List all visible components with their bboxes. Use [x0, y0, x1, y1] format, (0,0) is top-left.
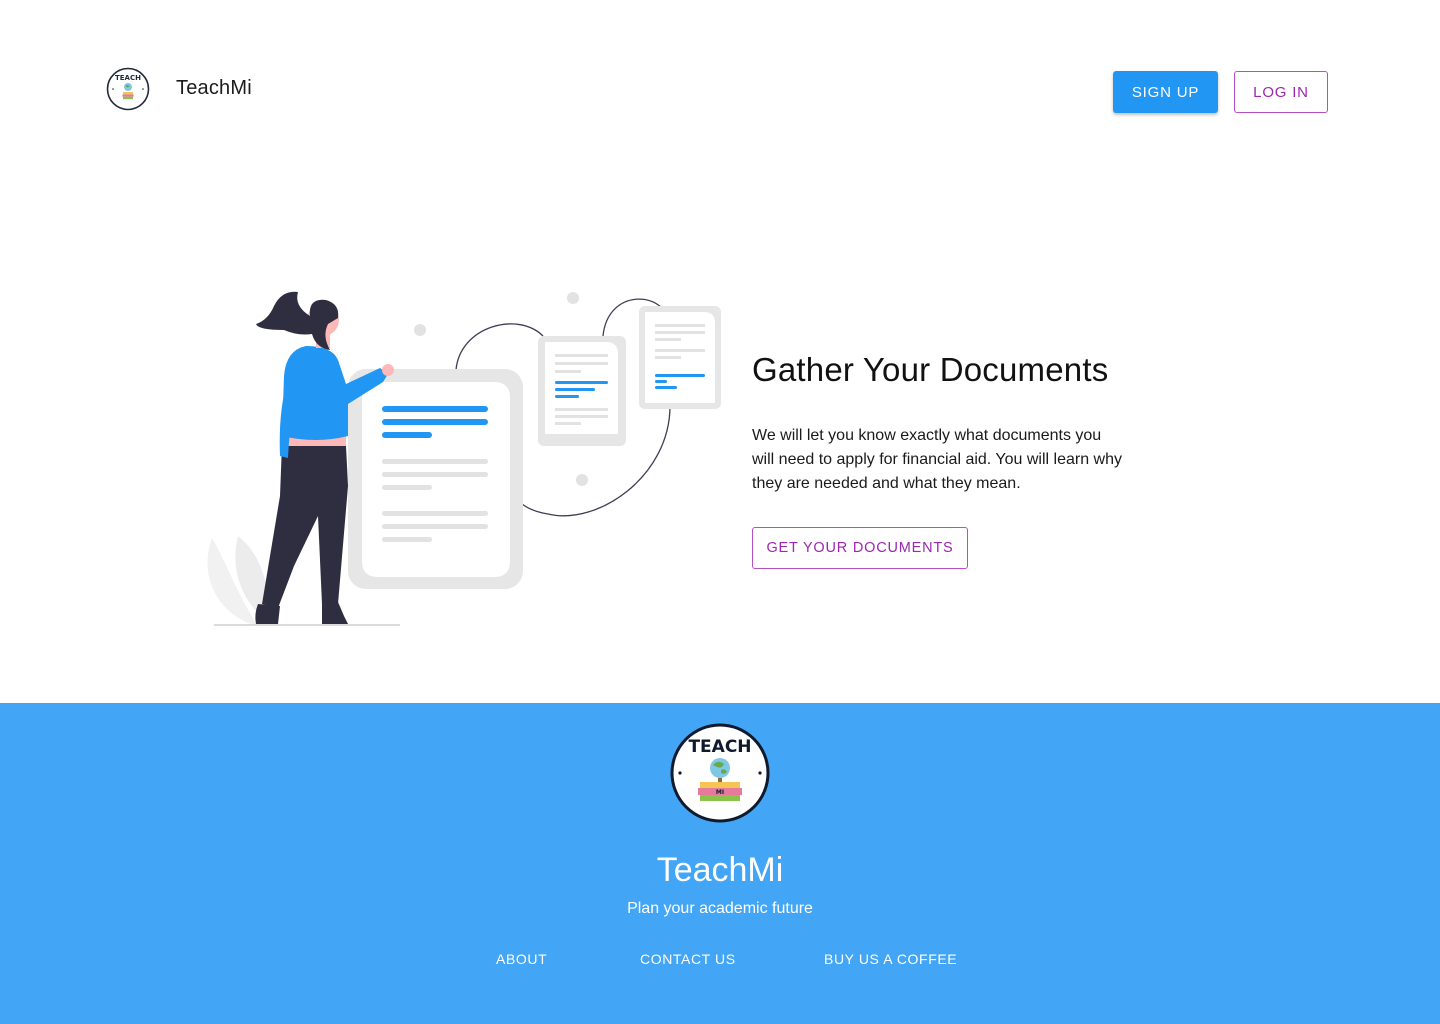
- brand-name: TeachMi: [176, 77, 252, 99]
- woman-with-documents-illustration: [207, 291, 721, 626]
- about-link[interactable]: ABOUT: [496, 951, 547, 967]
- buy-us-a-coffee-link[interactable]: BUY US A COFFEE: [824, 951, 957, 967]
- get-your-documents-button[interactable]: GET YOUR DOCUMENTS: [752, 527, 968, 569]
- hero-title: Gather Your Documents: [752, 351, 1109, 388]
- teachmi-logo-icon: TEACH MI: [670, 723, 770, 823]
- footer: TEACH MI TeachMi Plan your academic futu…: [0, 703, 1440, 1024]
- sign-up-button[interactable]: SIGN UP: [1113, 71, 1218, 113]
- footer-tagline: Plan your academic future: [627, 900, 813, 917]
- svg-text:TEACH: TEACH: [688, 737, 751, 757]
- teachmi-logo-icon[interactable]: TEACH: [106, 67, 150, 111]
- top-header: TEACH TeachMi SIGN UP LOG IN: [0, 0, 1440, 180]
- hero-description: We will let you know exactly what docume…: [752, 427, 1122, 492]
- log-in-button[interactable]: LOG IN: [1234, 71, 1328, 113]
- svg-text:TEACH: TEACH: [115, 74, 141, 82]
- svg-text:MI: MI: [716, 789, 724, 796]
- footer-brand-name: TeachMi: [656, 851, 784, 889]
- contact-us-link[interactable]: CONTACT US: [640, 951, 736, 967]
